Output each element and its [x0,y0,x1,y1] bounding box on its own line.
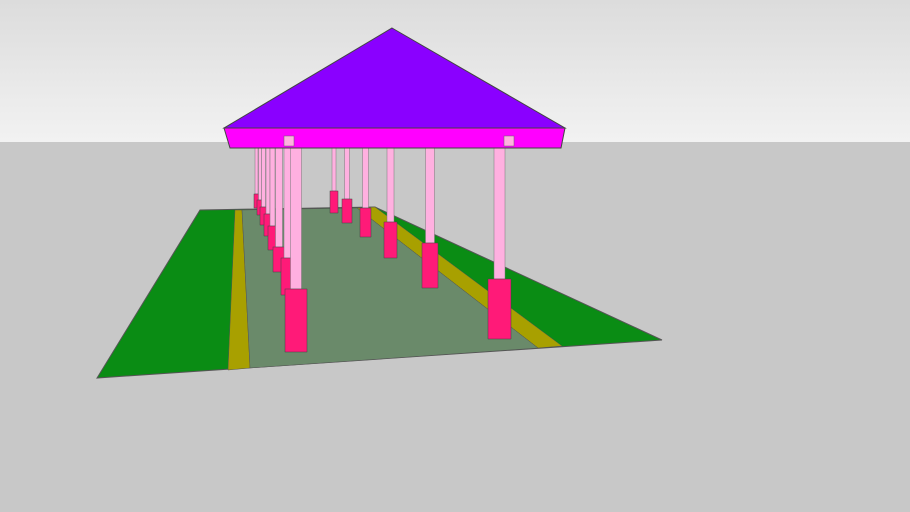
pillar-shaft [290,147,302,290]
roof-bracket-left [283,135,295,147]
3d-model-canvas[interactable] [0,0,910,512]
pillar-base [359,207,372,238]
pillar-base [284,288,308,353]
pillar-shaft [275,147,283,248]
pillar-base [487,278,512,340]
pillar-shaft [261,147,266,208]
pillar-shaft [331,147,337,192]
pillar-shaft [265,147,271,215]
pillar-shaft [386,147,395,223]
pillar-shaft [493,147,506,280]
pillar-shaft [362,147,369,209]
pillar-base [329,190,339,214]
pillar-shaft [258,147,262,201]
pillar-base [383,221,398,259]
pillar-shaft [344,147,350,200]
pillar-shaft [269,147,276,227]
pillar-shaft [254,147,259,195]
model-viewport[interactable] [0,0,910,512]
pillar-base [341,198,353,224]
pillar-shaft [425,147,435,244]
pillar-base [421,242,439,289]
roof-bracket-right [503,135,515,147]
